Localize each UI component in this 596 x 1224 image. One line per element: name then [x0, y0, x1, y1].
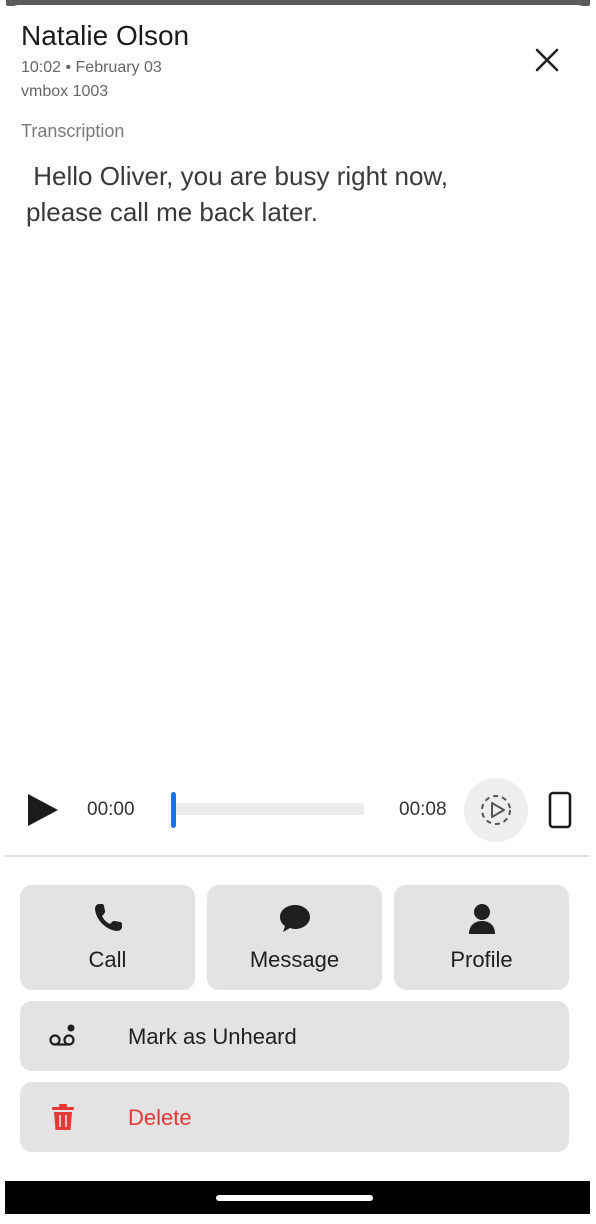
audio-output-button[interactable] — [546, 790, 574, 830]
caller-name: Natalie Olson — [21, 20, 190, 51]
call-label: Call — [88, 947, 127, 972]
play-icon — [28, 794, 58, 826]
seek-thumb[interactable] — [171, 792, 176, 828]
delete-label: Delete — [128, 1105, 192, 1130]
voicemail-mailbox: vmbox 1003 — [21, 83, 109, 100]
trash-icon — [52, 1104, 74, 1130]
voicemail-icon — [49, 1024, 75, 1046]
close-button[interactable] — [527, 40, 567, 80]
home-gesture-handle[interactable] — [216, 1195, 373, 1201]
close-icon — [535, 48, 559, 72]
message-button[interactable]: Message — [207, 885, 382, 990]
transcription-label: Transcription — [21, 121, 125, 141]
playback-speed-icon — [481, 795, 511, 825]
voicemail-timestamp: 10:02 • February 03 — [21, 59, 162, 76]
playback-seek-bar[interactable] — [172, 803, 364, 815]
chat-bubble-icon — [279, 905, 310, 932]
profile-button[interactable]: Profile — [394, 885, 569, 990]
playback-speed-button[interactable] — [464, 778, 528, 842]
phone-icon — [94, 904, 122, 931]
total-duration: 00:08 — [399, 799, 447, 820]
play-button[interactable] — [22, 790, 62, 830]
elapsed-time: 00:00 — [87, 799, 135, 820]
message-label: Message — [249, 947, 340, 972]
player-divider — [5, 855, 590, 857]
mark-as-unheard-button[interactable]: Mark as Unheard — [20, 1001, 569, 1071]
phone-device-icon — [548, 791, 572, 829]
profile-label: Profile — [450, 947, 513, 972]
transcription-text: Hello Oliver, you are busy right now, pl… — [26, 161, 448, 227]
delete-button[interactable]: Delete — [20, 1082, 569, 1152]
voicemail-detail-screen: Natalie Olson 10:02 • February 03 vmbox … — [0, 0, 596, 1224]
mark-as-unheard-label: Mark as Unheard — [128, 1024, 297, 1049]
person-icon — [468, 904, 495, 934]
call-button[interactable]: Call — [20, 885, 195, 990]
